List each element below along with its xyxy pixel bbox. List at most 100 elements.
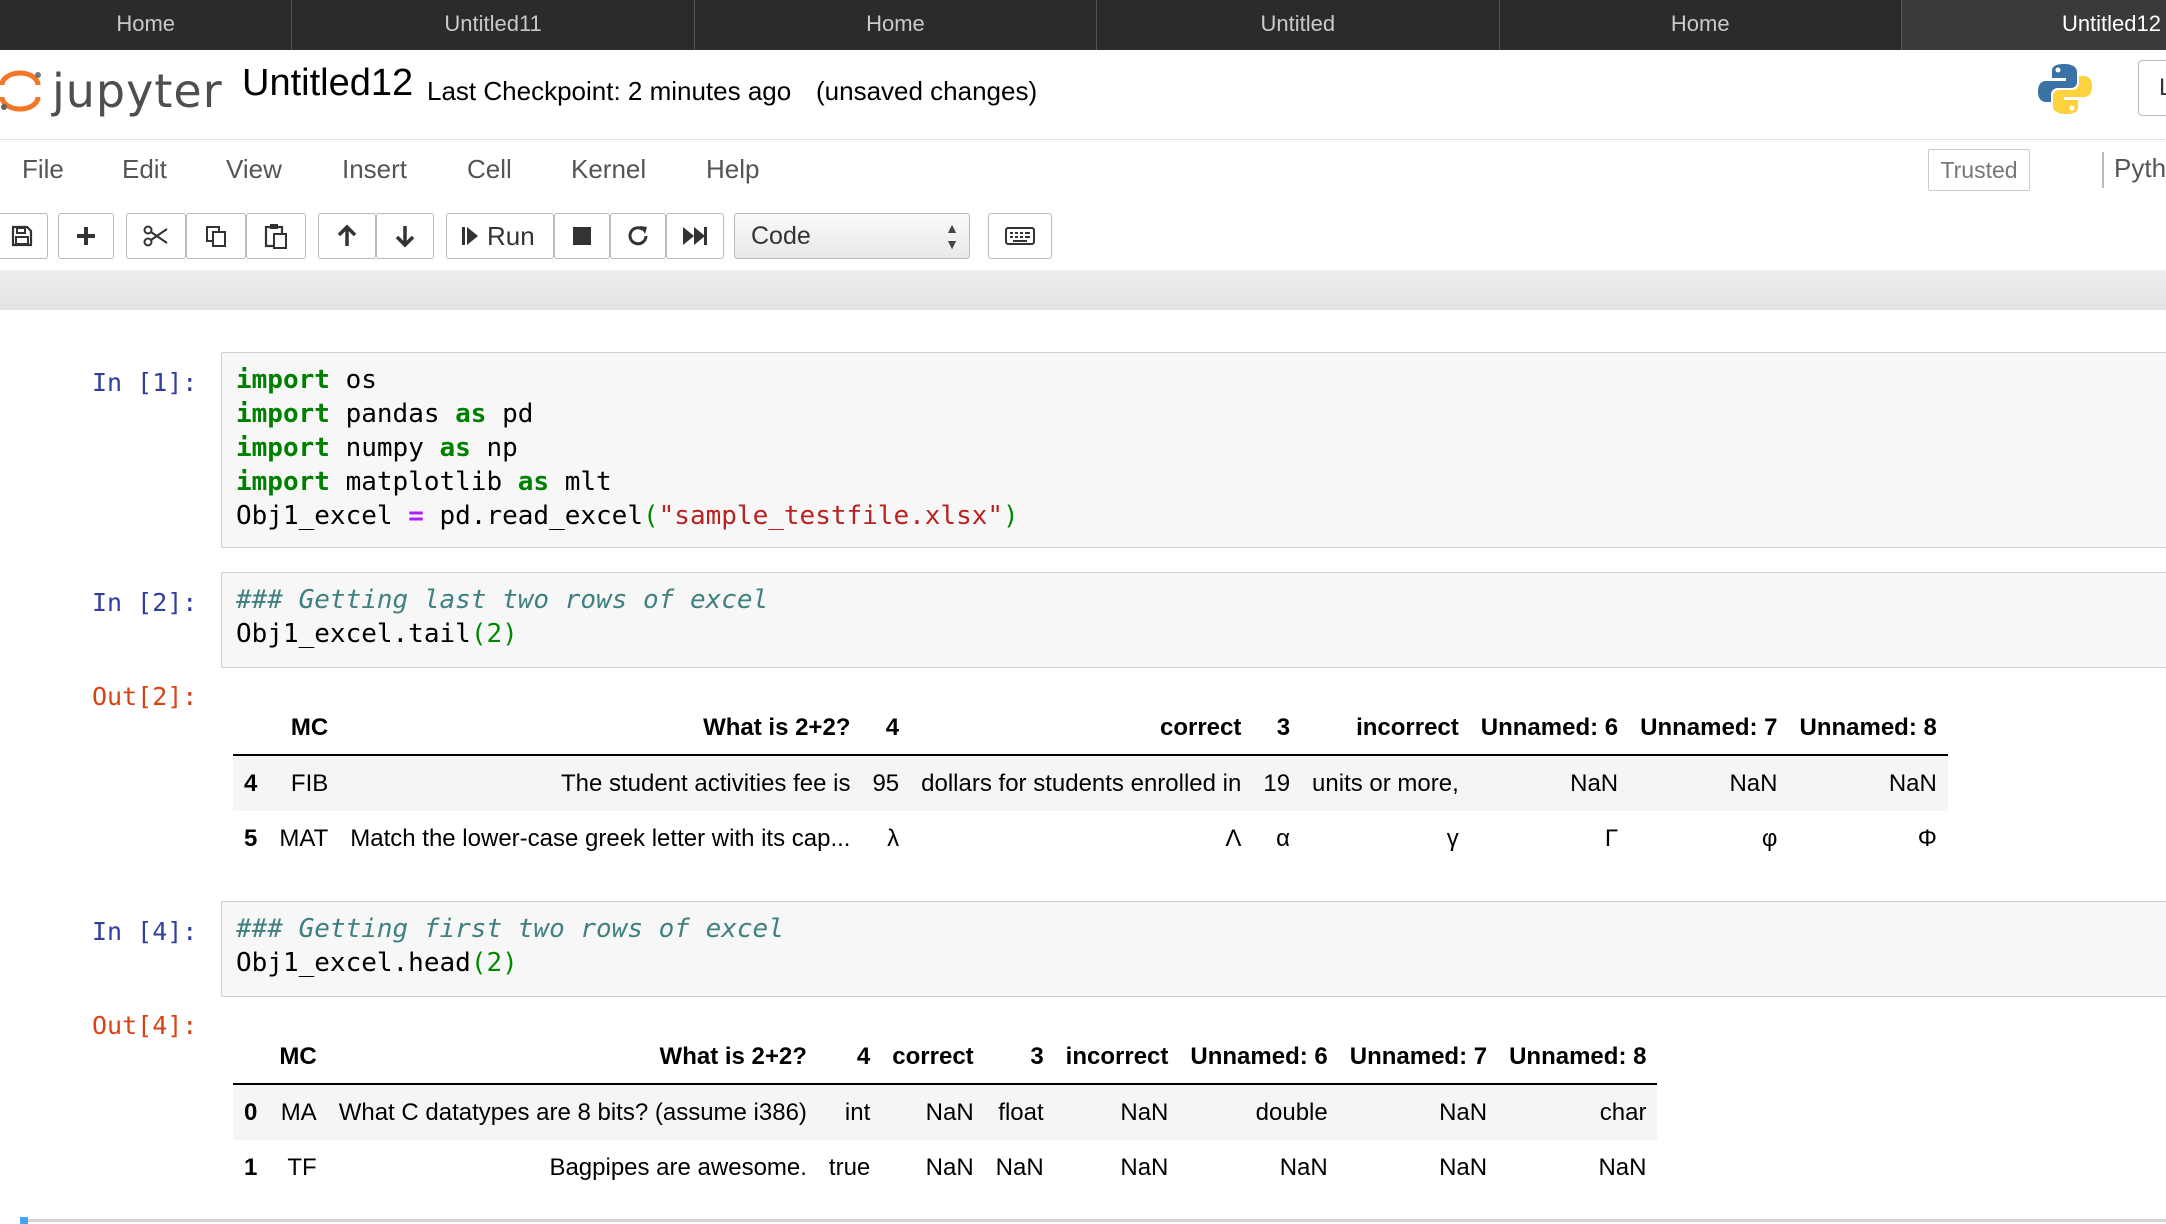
code-line: ### Getting last two rows of excel [236, 583, 768, 617]
code-token: as [439, 433, 471, 463]
code-token: (2) [470, 619, 518, 649]
insert-cell-button[interactable] [58, 213, 114, 259]
table-cell: double [1255, 1098, 1328, 1126]
save-icon [11, 225, 33, 247]
menu-insert[interactable]: Insert [342, 154, 407, 185]
plus-icon [77, 227, 95, 245]
command-palette-button[interactable] [988, 213, 1052, 259]
code-token: "sample_testfile.xlsx" [658, 501, 1004, 531]
table-cell: NaN [1888, 769, 1937, 797]
menu-edit[interactable]: Edit [122, 154, 167, 185]
arrow-down-icon [395, 226, 415, 248]
table-cell: MA [280, 1098, 317, 1126]
cell-4-output-table: MC What is 2+2? 4 correct 3 incorrect Unnamed:… [233, 1031, 1658, 1195]
keyboard-icon [1005, 227, 1035, 245]
table-cell: γ [1446, 824, 1459, 852]
copy-button[interactable] [186, 213, 246, 259]
code-line: import os [236, 363, 377, 397]
menu-cell[interactable]: Cell [467, 154, 512, 185]
fast-forward-icon [683, 227, 707, 245]
jupyter-wordmark: jupyter [52, 64, 223, 118]
code-token: Obj1_excel [236, 501, 409, 531]
toolbar: Run Code ▲ ▼ [0, 200, 2166, 270]
column-header: 4 [861, 702, 911, 756]
code-token: import [236, 467, 330, 497]
select-arrows-icon: ▲ ▼ [945, 220, 959, 252]
copy-icon [206, 226, 226, 247]
table-cell: 19 [1263, 769, 1291, 797]
code-token: as [517, 467, 550, 497]
row-index: 5 [244, 824, 258, 852]
column-header: Unnamed: 7 [1338, 1031, 1499, 1085]
cell-4-code[interactable]: ### Getting first two rows of excel Obj1_… [221, 901, 2166, 997]
kernel-name[interactable]: Pyth [2114, 153, 2166, 184]
cut-icon [143, 225, 168, 247]
column-header [233, 1031, 269, 1085]
table-cell: NaN [1120, 1153, 1169, 1181]
cell-2-code[interactable]: ### Getting last two rows of excel Obj1_e… [221, 572, 2166, 668]
run-button[interactable]: Run [446, 213, 554, 259]
browser-tab-untitled12[interactable]: Untitled12 [1901, 0, 2166, 50]
python-icon [2038, 64, 2092, 114]
cell-type-select[interactable]: Code ▲ ▼ [734, 213, 970, 259]
table-row: 4 FIB The student activities fee is 95 dolla… [233, 755, 1948, 811]
browser-tab-home-2[interactable]: Home [695, 0, 1098, 50]
table-cell: true [828, 1153, 871, 1181]
next-cell-border [20, 1219, 2166, 1222]
code-token: import [236, 365, 330, 395]
logout-button[interactable]: L [2138, 60, 2166, 116]
menu-kernel[interactable]: Kernel [571, 154, 646, 185]
code-token: mlt [549, 467, 612, 497]
code-token: as [455, 399, 487, 429]
table-cell: Match the lower-case greek letter with i… [350, 824, 851, 852]
code-token: import [236, 399, 330, 429]
table-cell: float [998, 1098, 1044, 1126]
move-down-button[interactable] [376, 213, 434, 259]
code-token: ) [1003, 501, 1019, 531]
table-cell: TF [287, 1153, 317, 1181]
browser-tab-untitled[interactable]: Untitled [1097, 0, 1500, 50]
interrupt-button[interactable] [554, 213, 610, 259]
menu-file[interactable]: File [22, 154, 64, 185]
menu-view[interactable]: View [226, 154, 282, 185]
table-cell: φ [1761, 824, 1778, 852]
table-cell: NaN [1279, 1153, 1328, 1181]
browser-tab-home-3[interactable]: Home [1500, 0, 1902, 50]
restart-run-all-button[interactable] [666, 213, 724, 259]
last-checkpoint: Last Checkpoint: 2 minutes ago [427, 76, 792, 106]
code-token: ### Getting last two rows of excel [236, 585, 769, 615]
cell-1-code[interactable]: import os import pandas as pd import numpy… [221, 352, 2166, 548]
browser-tab-home-1[interactable]: Home [0, 0, 293, 50]
code-token: matplotlib [329, 467, 518, 497]
code-token: pandas [329, 399, 456, 429]
restart-icon [628, 226, 648, 246]
table-cell: int [844, 1098, 871, 1126]
code-line: Obj1_excel.tail(2) [236, 617, 518, 651]
kernel-separator [2102, 152, 2104, 188]
trusted-indicator[interactable]: Trusted [1928, 149, 2030, 191]
code-token: ( [643, 501, 659, 531]
cell-2-out-prompt: Out[2]: [92, 682, 198, 711]
column-header: correct [881, 1031, 985, 1085]
table-cell: NaN [1439, 1153, 1488, 1181]
table-cell: dollars for students enrolled in [921, 769, 1242, 797]
column-header: Unnamed: 8 [1498, 1031, 1658, 1085]
move-up-button[interactable] [318, 213, 376, 259]
save-button[interactable] [0, 213, 48, 259]
code-line: import matplotlib as mlt [236, 465, 612, 499]
code-token: Obj1_excel.tail [236, 619, 471, 649]
table-cell: NaN [1598, 1153, 1647, 1181]
restart-button[interactable] [610, 213, 666, 259]
notebook-title[interactable]: Untitled12 [242, 62, 413, 105]
table-cell: The student activities fee is [560, 769, 851, 797]
cell-2-output-table: MC What is 2+2? 4 correct 3 incorrect Unnamed:… [233, 702, 1948, 866]
cut-button[interactable] [126, 213, 186, 259]
table-row: 1 TF Bagpipes are awesome. true NaN NaN NaN NaN… [233, 1140, 1657, 1195]
paste-button[interactable] [246, 213, 306, 259]
table-cell: FIB [290, 769, 329, 797]
jupyter-logo[interactable]: jupyter [0, 56, 223, 126]
code-token: Obj1_excel.head [236, 948, 471, 978]
menu-help[interactable]: Help [706, 154, 759, 185]
table-cell: MAT [279, 824, 329, 852]
browser-tab-untitled11[interactable]: Untitled11 [292, 0, 695, 50]
